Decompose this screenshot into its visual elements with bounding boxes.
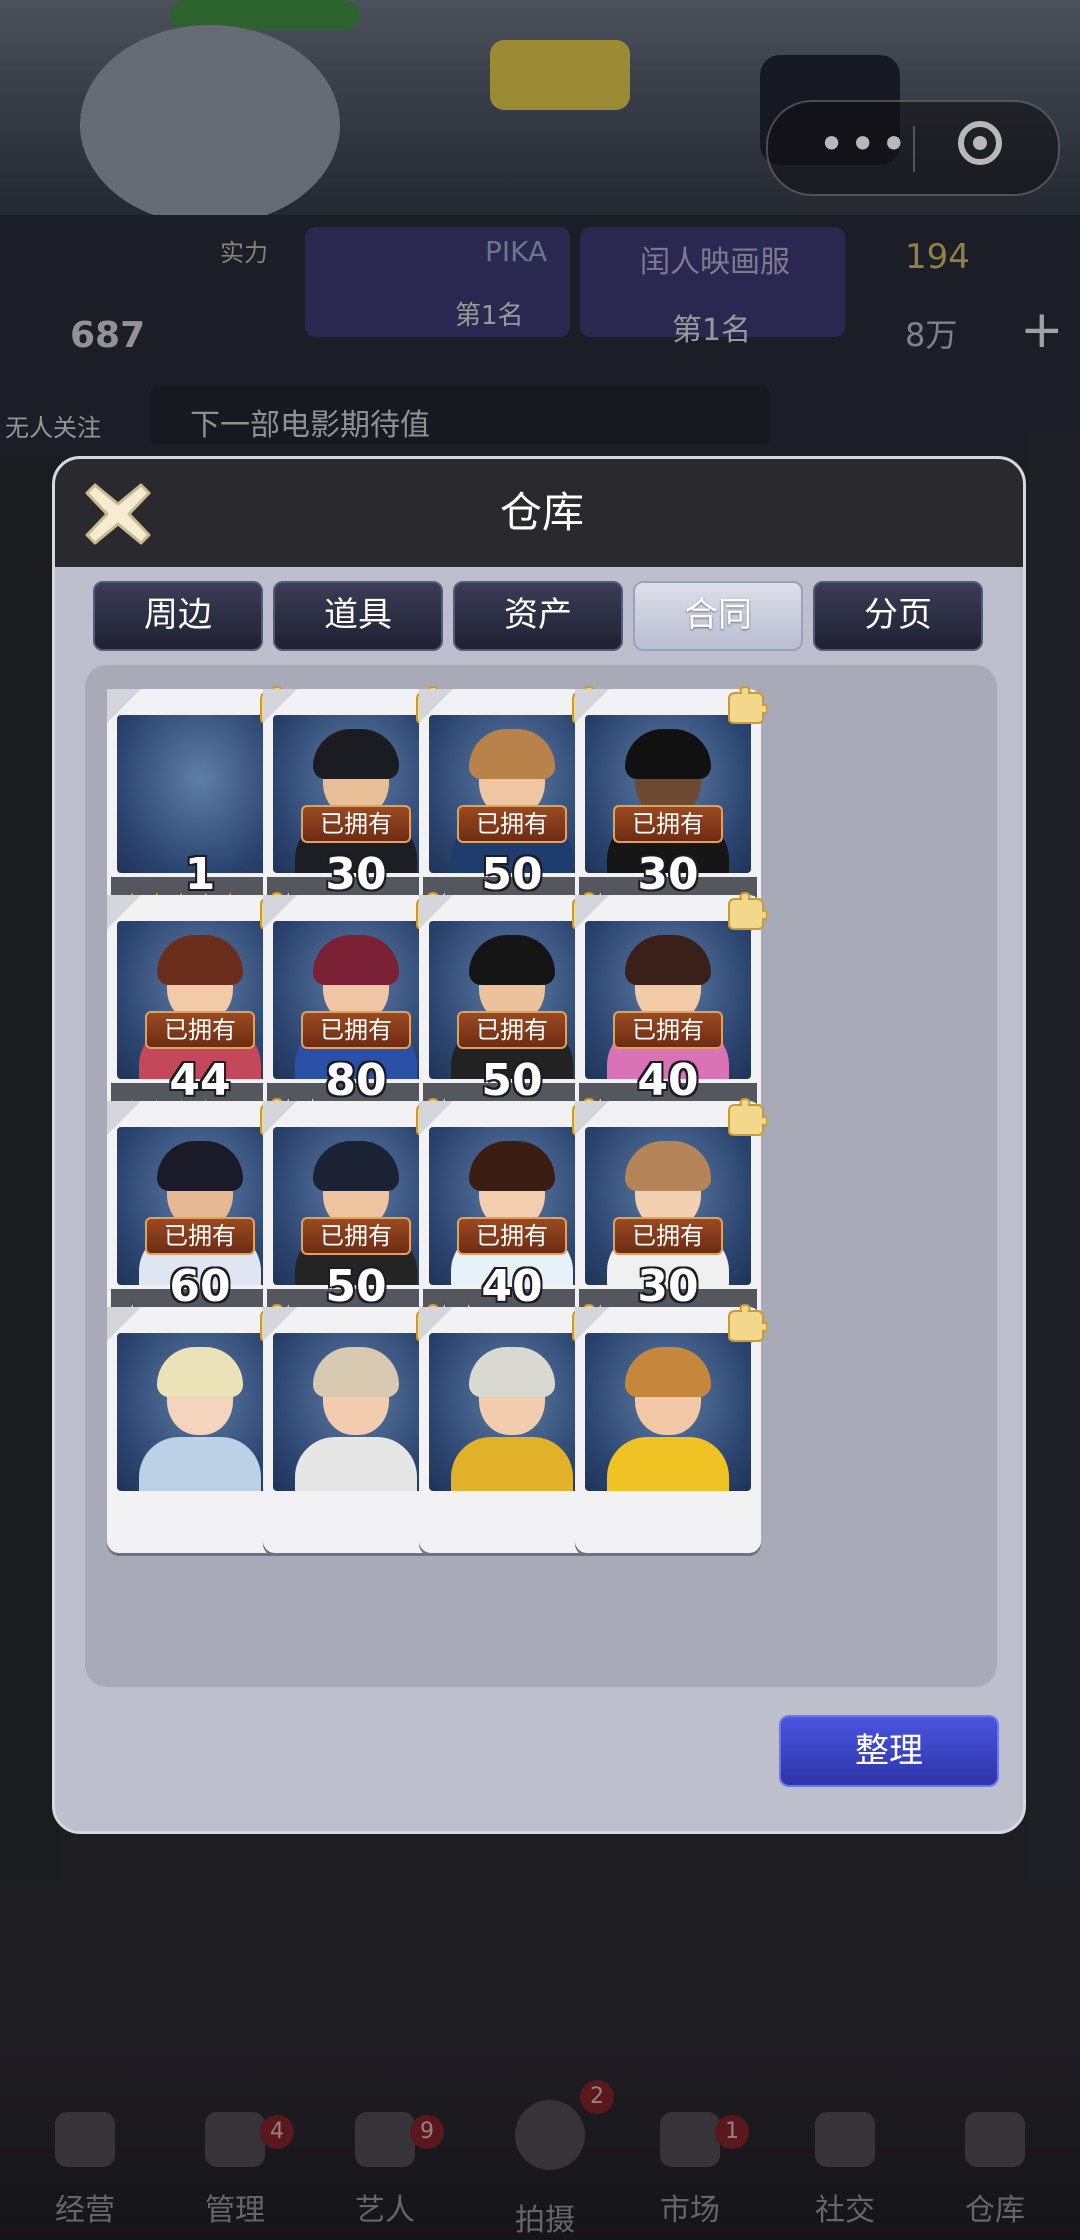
page-fold-corner (107, 1307, 141, 1341)
artist-portrait (117, 1333, 283, 1491)
page-fold-corner (263, 1307, 297, 1341)
page-fold-corner (419, 1101, 453, 1135)
owned-badge: 已拥有 (301, 1217, 411, 1255)
page-fold-corner (107, 689, 141, 723)
artist-portrait (273, 1333, 439, 1491)
owned-badge: 已拥有 (457, 805, 567, 843)
owned-badge: 已拥有 (457, 1217, 567, 1255)
artist-hair (313, 935, 399, 985)
artist-body (295, 1437, 417, 1491)
owned-badge: 已拥有 (301, 1011, 411, 1049)
artist-hair (469, 1347, 555, 1397)
artist-hair (469, 935, 555, 985)
page-fold-corner (263, 895, 297, 929)
artist-hair (157, 1347, 243, 1397)
artist-hair (625, 1141, 711, 1191)
page-fold-corner (575, 895, 609, 929)
page-fold-corner (107, 895, 141, 929)
artist-hair (625, 1347, 711, 1397)
contract-card[interactable] (575, 1303, 769, 1553)
dialog-title: 仓库 (499, 488, 584, 537)
artist-hair (469, 729, 555, 779)
owned-badge: 已拥有 (145, 1011, 255, 1049)
artist-hair (313, 1141, 399, 1191)
page-fold-corner (419, 1307, 453, 1341)
artist-hair (469, 1141, 555, 1191)
page-fold-corner (575, 689, 609, 723)
puzzle-piece-icon (723, 685, 769, 725)
page-fold-corner (575, 1307, 609, 1341)
artist-hair (625, 729, 711, 779)
tab-assets[interactable]: 资产 (453, 581, 623, 651)
tab-merch[interactable]: 周边 (93, 581, 263, 651)
x-close-icon[interactable] (81, 477, 155, 551)
artist-hair (625, 935, 711, 985)
artist-portrait (585, 1333, 751, 1491)
owned-badge: 已拥有 (613, 1011, 723, 1049)
artist-body (607, 1437, 729, 1491)
artist-hair (313, 729, 399, 779)
owned-badge: 已拥有 (301, 805, 411, 843)
artist-portrait (429, 1333, 595, 1491)
puzzle-piece-icon (723, 1097, 769, 1137)
artist-hair (313, 1347, 399, 1397)
puzzle-piece-icon (723, 891, 769, 931)
page-fold-corner (419, 689, 453, 723)
page-fold-corner (575, 1101, 609, 1135)
warehouse-tabs: 周边 道具 资产 合同 分页 (93, 581, 993, 651)
puzzle-piece-icon (723, 1303, 769, 1343)
warehouse-dialog: 仓库 周边 道具 资产 合同 分页 1★★★★★已拥有30★已拥有50★已拥有3… (52, 456, 1026, 1834)
page-fold-corner (263, 1101, 297, 1135)
organize-button[interactable]: 整理 (779, 1715, 999, 1787)
dialog-header: 仓库 (55, 459, 1023, 567)
page-fold-corner (107, 1101, 141, 1135)
artist-body (139, 1437, 261, 1491)
artist-hair (157, 935, 243, 985)
tab-items[interactable]: 道具 (273, 581, 443, 651)
owned-badge: 已拥有 (457, 1011, 567, 1049)
artist-body (451, 1437, 573, 1491)
tab-contracts[interactable]: 合同 (633, 581, 803, 651)
page-fold-corner (419, 895, 453, 929)
owned-badge: 已拥有 (613, 805, 723, 843)
owned-badge: 已拥有 (613, 1217, 723, 1255)
artist-hair (157, 1141, 243, 1191)
page-fold-corner (263, 689, 297, 723)
tab-pages[interactable]: 分页 (813, 581, 983, 651)
contract-card-grid: 1★★★★★已拥有30★已拥有50★已拥有30★已拥有44★★★★已拥有80★★… (85, 665, 997, 1687)
owned-badge: 已拥有 (145, 1217, 255, 1255)
